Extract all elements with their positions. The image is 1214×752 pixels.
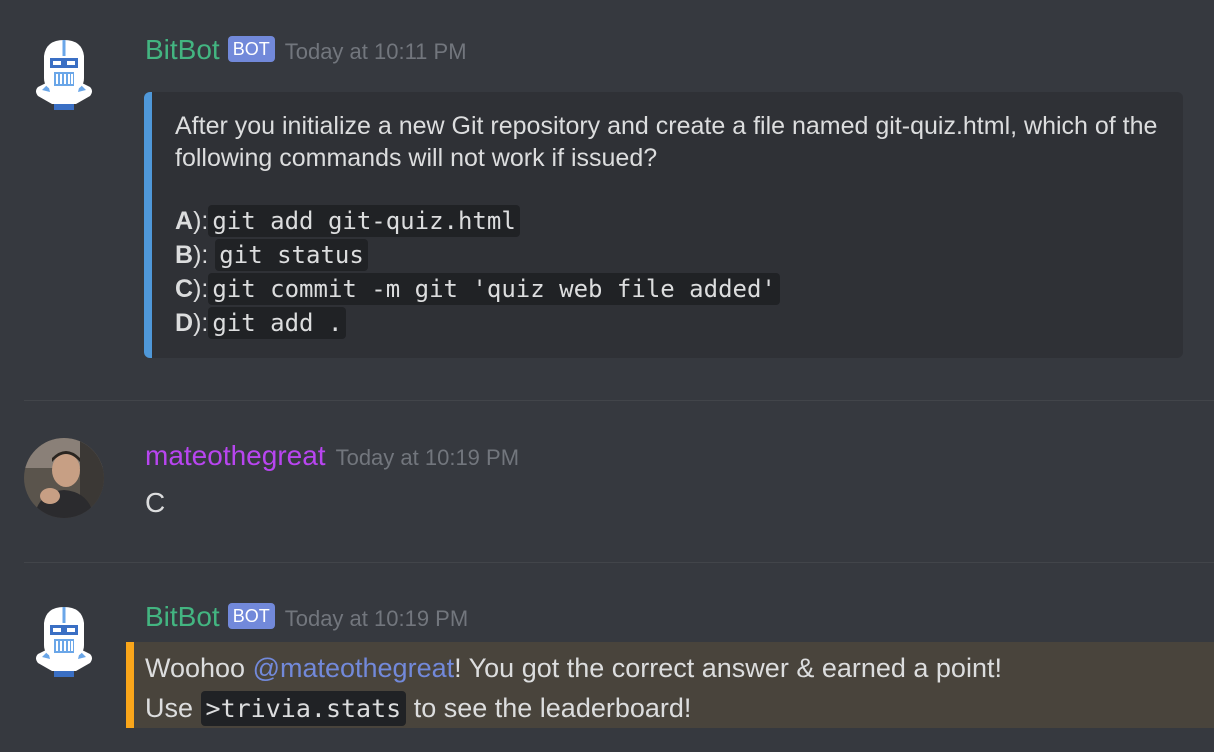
quiz-option-c: C): git commit -m git 'quiz web file adde…	[175, 272, 1159, 306]
quiz-options: A): git add git-quiz.html B): git status …	[175, 204, 1159, 340]
username[interactable]: BitBot	[145, 34, 220, 66]
option-suffix: ):	[193, 207, 209, 235]
timestamp: Today at 10:11 PM	[284, 39, 467, 64]
result-line-1: Woohoo @mateothegreat! You got the corre…	[145, 648, 1214, 688]
bitbot-avatar[interactable]	[24, 601, 104, 681]
quiz-embed: After you initialize a new Git repositor…	[144, 92, 1183, 358]
robot-knight-icon	[36, 40, 92, 110]
quiz-option-d: D): git add .	[175, 306, 1159, 340]
option-letter: C	[175, 275, 194, 303]
inline-command: >trivia.stats	[200, 691, 407, 726]
message-bitbot-question: BitBot BOT Today at 10:11 PM After you i…	[0, 0, 1214, 380]
option-suffix: ):	[193, 275, 209, 303]
quiz-option-b: B): git status	[175, 238, 1159, 272]
option-code: git add .	[208, 307, 347, 339]
timestamp: Today at 10:19 PM	[284, 606, 469, 631]
result-line-2: Use >trivia.stats to see the leaderboard…	[145, 688, 1214, 729]
robot-knight-icon	[36, 607, 92, 677]
bitbot-avatar[interactable]	[24, 34, 104, 114]
message-header: BitBot BOT Today at 10:11 PM	[145, 34, 467, 66]
option-letter: D	[175, 309, 194, 337]
option-code: git add git-quiz.html	[208, 205, 520, 237]
option-suffix: ):	[193, 241, 209, 269]
timestamp: Today at 10:19 PM	[335, 445, 520, 470]
mention-highlight: Woohoo @mateothegreat! You got the corre…	[126, 642, 1214, 728]
user-photo-avatar	[24, 438, 104, 518]
message-divider	[24, 400, 1214, 401]
username[interactable]: mateothegreat	[145, 440, 326, 472]
quiz-question: After you initialize a new Git repositor…	[175, 112, 1158, 172]
message-header: mateothegreat Today at 10:19 PM	[145, 440, 519, 472]
quiz-option-a: A): git add git-quiz.html	[175, 204, 1159, 238]
bot-badge: BOT	[227, 36, 275, 62]
option-code: git commit -m git 'quiz web file added'	[208, 273, 780, 305]
text-segment: Use	[145, 693, 201, 723]
option-suffix: ):	[193, 309, 209, 337]
message-divider	[24, 562, 1214, 563]
message-text: C	[145, 487, 166, 518]
option-letter: B	[175, 241, 194, 269]
user-mention[interactable]: @mateothegreat	[253, 653, 455, 683]
text-segment: to see the leaderboard!	[406, 693, 692, 723]
option-letter: A	[175, 207, 194, 235]
bot-badge: BOT	[227, 603, 275, 629]
user-avatar[interactable]	[24, 438, 104, 518]
username[interactable]: BitBot	[145, 601, 220, 633]
option-code: git status	[215, 239, 368, 271]
text-segment: Woohoo	[145, 653, 253, 683]
message-header: BitBot BOT Today at 10:19 PM	[145, 601, 468, 633]
text-segment: ! You got the correct answer & earned a …	[454, 653, 1002, 683]
